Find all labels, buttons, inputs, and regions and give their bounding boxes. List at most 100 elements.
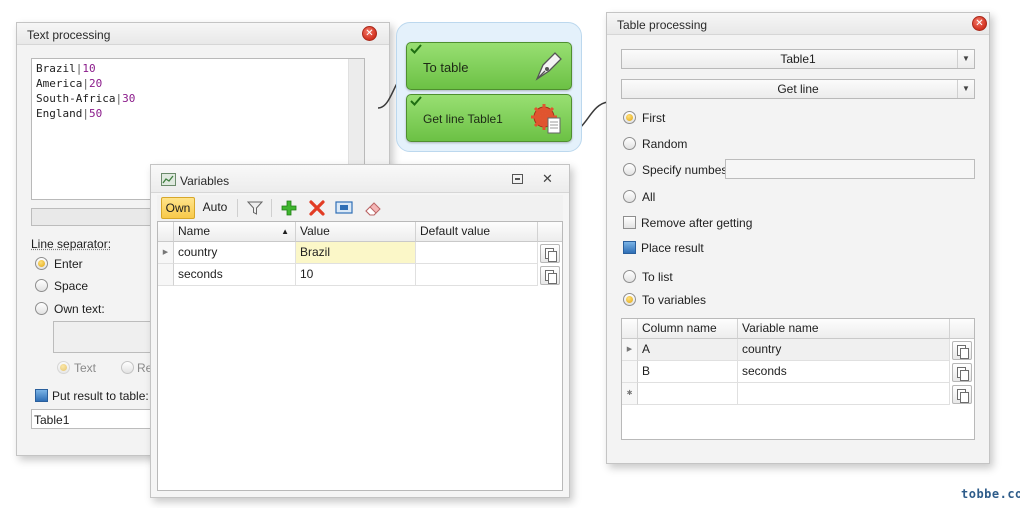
grid-cell-new[interactable] [738, 383, 950, 405]
minimize-icon[interactable] [512, 174, 523, 184]
watermark: tobbe.co [961, 487, 1020, 501]
copy-icon[interactable] [540, 266, 560, 285]
column-variable-grid: Column name Variable name ▶ A country B … [621, 318, 975, 440]
put-result-table-input[interactable]: Table1 [31, 409, 151, 429]
flow-node-to-table[interactable]: To table [406, 42, 572, 90]
variables-grid: Name ▲ Value Default value ▶ country Bra… [157, 221, 563, 491]
radio-space-label: Space [54, 279, 89, 293]
radio-to-list-label: To list [642, 270, 673, 284]
radio-all-label: All [642, 190, 656, 204]
grid-cell-default[interactable] [416, 242, 538, 264]
radio-first[interactable] [623, 111, 636, 124]
radio-random[interactable] [623, 137, 636, 150]
grid-cell-variable[interactable]: country [738, 339, 950, 361]
row-indicator [622, 361, 638, 383]
radio-first-label: First [642, 111, 666, 125]
column-header-column-name[interactable]: Column name [638, 319, 738, 339]
radio-text[interactable] [57, 361, 70, 374]
toolbar-divider [271, 199, 272, 217]
grid-cell-value[interactable]: Brazil [296, 242, 416, 264]
delete-icon[interactable] [309, 200, 325, 216]
new-row-indicator: ✱ [622, 383, 638, 405]
column-header-name[interactable]: Name ▲ [174, 222, 296, 242]
radio-own-text-label: Own text: [54, 302, 105, 316]
radio-to-list[interactable] [623, 270, 636, 283]
copy-icon[interactable] [952, 341, 972, 360]
sort-ascending-icon: ▲ [281, 227, 289, 236]
variables-toolbar: Own Auto [157, 195, 563, 221]
progress-field [31, 208, 151, 226]
chevron-down-icon[interactable]: ▼ [957, 80, 974, 98]
filter-icon[interactable] [247, 200, 263, 216]
panel-header: Table processing ✕ [607, 13, 989, 35]
copy-icon[interactable] [952, 363, 972, 382]
own-text-input[interactable] [53, 321, 153, 353]
panel-title: Text processing [27, 28, 111, 42]
own-button[interactable]: Own [161, 197, 195, 219]
radio-to-variables[interactable] [623, 293, 636, 306]
radio-enter-label: Enter [54, 257, 83, 271]
grid-cell-column[interactable]: A [638, 339, 738, 361]
grid-header-actions [538, 222, 562, 242]
place-result-label: Place result [641, 241, 704, 255]
add-icon[interactable] [281, 200, 297, 216]
row-indicator: ▶ [158, 242, 174, 264]
put-result-label: Put result to table: [52, 389, 149, 403]
row-indicator: ▶ [622, 339, 638, 361]
node-label: To table [423, 60, 469, 75]
grid-cell-column[interactable]: B [638, 361, 738, 383]
grid-cell-name[interactable]: seconds [174, 264, 296, 286]
column-header-default[interactable]: Default value [416, 222, 538, 242]
gear-document-icon [531, 104, 561, 134]
check-icon [410, 44, 422, 54]
radio-random-label: Random [642, 137, 688, 151]
window-header: Variables ✕ [151, 165, 569, 193]
code-line: England|50 [36, 107, 103, 120]
toolbar-divider [237, 199, 238, 217]
put-result-checkbox[interactable] [35, 389, 48, 402]
close-icon[interactable]: ✕ [972, 16, 987, 31]
window-icon[interactable] [335, 200, 353, 216]
code-line: South-Africa|30 [36, 92, 136, 105]
radio-to-variables-label: To variables [642, 293, 707, 307]
copy-icon[interactable] [540, 244, 560, 263]
radio-specify-label: Specify numbes [642, 163, 728, 177]
grid-cell-variable[interactable]: seconds [738, 361, 950, 383]
radio-all[interactable] [623, 190, 636, 203]
radio-specify[interactable] [623, 163, 636, 176]
action-select-value: Get line [777, 82, 819, 96]
radio-text-label: Text [74, 361, 97, 375]
radio-space[interactable] [35, 279, 48, 292]
action-select[interactable]: Get line ▼ [621, 79, 975, 99]
grid-header-indicator [158, 222, 174, 242]
variables-window-icon [161, 173, 176, 186]
grid-cell-value[interactable]: 10 [296, 264, 416, 286]
grid-cell-default[interactable] [416, 264, 538, 286]
copy-icon[interactable] [952, 385, 972, 404]
chevron-down-icon[interactable]: ▼ [957, 50, 974, 68]
flow-node-get-line[interactable]: Get line Table1 [406, 94, 572, 142]
row-indicator [158, 264, 174, 286]
radio-enter[interactable] [35, 257, 48, 270]
grid-cell-new[interactable] [638, 383, 738, 405]
code-line: Brazil|10 [36, 62, 96, 75]
close-icon[interactable]: ✕ [542, 171, 553, 187]
put-result-value: Table1 [34, 413, 70, 427]
specify-numbers-input[interactable] [725, 159, 975, 179]
grid-header-indicator [622, 319, 638, 339]
panel-title: Table processing [617, 18, 708, 32]
column-header-name-label: Name [178, 224, 211, 238]
place-result-checkbox[interactable] [623, 241, 636, 254]
panel-header: Text processing ✕ [17, 23, 389, 45]
grid-cell-name[interactable]: country [174, 242, 296, 264]
column-header-variable-name[interactable]: Variable name [738, 319, 950, 339]
auto-button[interactable]: Auto [199, 197, 231, 219]
column-header-value[interactable]: Value [296, 222, 416, 242]
radio-own-text[interactable] [35, 302, 48, 315]
remove-after-checkbox[interactable] [623, 216, 636, 229]
close-icon[interactable]: ✕ [362, 26, 377, 41]
grid-header-actions [950, 319, 974, 339]
radio-re[interactable] [121, 361, 134, 374]
table-select[interactable]: Table1 ▼ [621, 49, 975, 69]
eraser-icon[interactable] [364, 200, 382, 216]
